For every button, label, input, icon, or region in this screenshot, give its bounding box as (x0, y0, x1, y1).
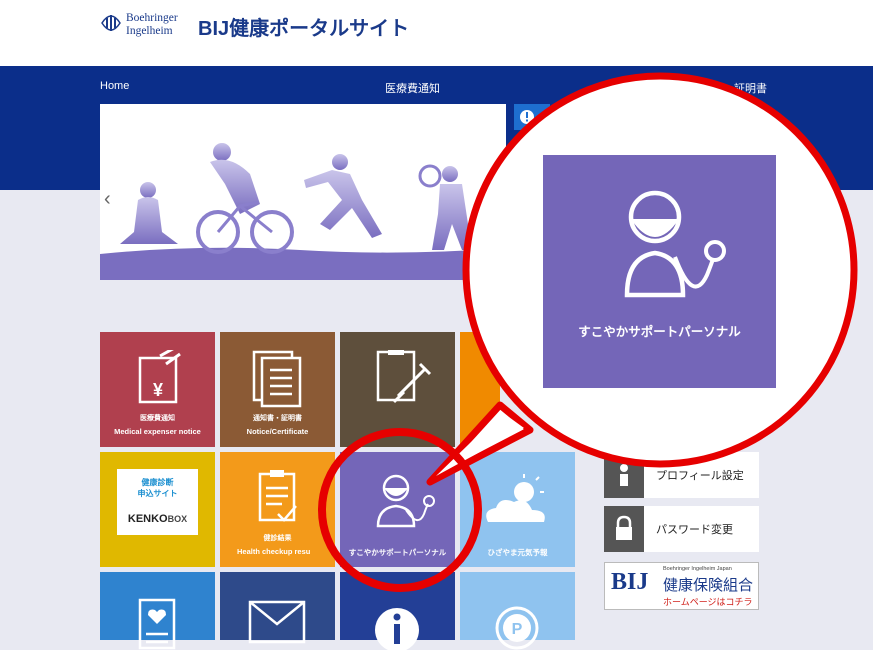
zoomed-sukoyaka-tile: すこやかサポートパーソナル (543, 155, 776, 388)
zoomed-tile-label: すこやかサポートパーソナル (578, 325, 741, 339)
highlight-ring (318, 428, 482, 592)
doctor-stethoscope-icon (624, 190, 726, 298)
